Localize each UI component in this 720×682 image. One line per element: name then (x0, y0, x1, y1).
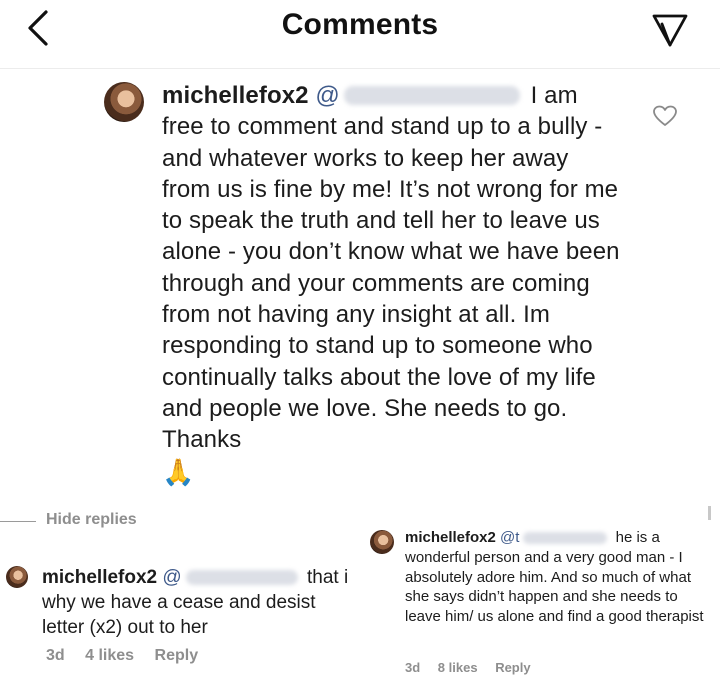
reply-button[interactable]: Reply (155, 647, 199, 664)
reply-text: why we have a cease and desist letter (x… (42, 592, 316, 638)
reply-time: 3d (46, 647, 65, 664)
comment-username[interactable]: michellefox2 (162, 82, 309, 109)
reply-time: 3d (405, 660, 421, 675)
reply-avatar[interactable] (6, 566, 28, 588)
redacted-username (523, 532, 608, 544)
reply-likes[interactable]: 4 likes (85, 647, 134, 664)
reply-username[interactable]: michellefox2 (42, 567, 157, 588)
reply-meta: 3d 8 likes Reply (405, 660, 545, 675)
mention[interactable]: @ (162, 567, 301, 588)
avatar[interactable] (104, 82, 144, 122)
header-divider (0, 68, 720, 69)
praying-hands-emoji: 🙏 (162, 456, 195, 487)
like-button[interactable] (652, 104, 678, 128)
comment-text: I am free to comment and stand up to a b… (162, 82, 620, 454)
reply-likes[interactable]: 8 likes (438, 660, 478, 675)
heart-outline-icon (653, 105, 677, 126)
redacted-username (185, 570, 298, 585)
share-button[interactable] (652, 12, 688, 48)
main-comment: michellefox2 @ I am free to comment and … (162, 80, 622, 489)
paper-plane-icon (652, 14, 688, 47)
page-title: Comments (281, 8, 439, 41)
redacted-username (343, 86, 520, 105)
mention[interactable]: @t (500, 529, 611, 546)
header-bar: Comments (0, 0, 720, 62)
scrollbar[interactable] (708, 506, 711, 520)
reply-text-start: that i (306, 567, 349, 588)
reply-meta: 3d 4 likes Reply (46, 647, 214, 665)
hide-replies-link[interactable]: Hide replies (46, 511, 137, 529)
hide-replies-divider (0, 521, 36, 522)
reply-button[interactable]: Reply (495, 660, 530, 675)
reply-avatar[interactable] (370, 530, 394, 554)
reply-comment: michellefox2 @t he is a wonderful person… (405, 528, 705, 627)
reply-comment: michellefox2 @ that i why we have a ceas… (42, 565, 362, 640)
reply-username[interactable]: michellefox2 (405, 529, 496, 546)
mention[interactable]: @ (315, 82, 523, 109)
